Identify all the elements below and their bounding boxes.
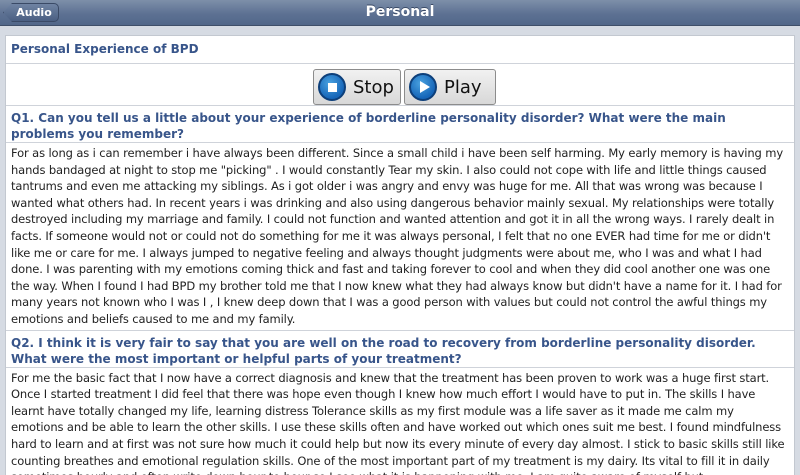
- section-title: Personal Experience of BPD: [6, 36, 794, 64]
- qa-item-2: Q2. I think it is very fair to say that …: [6, 331, 794, 475]
- qa-item-1: Q1. Can you tell us a little about your …: [6, 106, 794, 331]
- play-label: Play: [444, 76, 482, 98]
- navigation-bar: Audio Personal: [0, 0, 800, 26]
- stop-label: Stop: [353, 76, 394, 98]
- content-panel: Personal Experience of BPD Stop Play Q1.…: [5, 35, 795, 475]
- question-2: Q2. I think it is very fair to say that …: [6, 331, 794, 368]
- play-button[interactable]: Play: [404, 69, 496, 105]
- question-1: Q1. Can you tell us a little about your …: [6, 106, 794, 143]
- answer-1: For as long as i can remember i have alw…: [11, 146, 784, 326]
- audio-controls: Stop Play: [6, 64, 794, 106]
- stop-icon: [318, 73, 346, 101]
- page-title: Personal: [365, 4, 435, 20]
- stop-button[interactable]: Stop: [313, 69, 401, 105]
- answer-2: For me the basic fact that I now have a …: [11, 370, 785, 475]
- play-icon: [409, 73, 437, 101]
